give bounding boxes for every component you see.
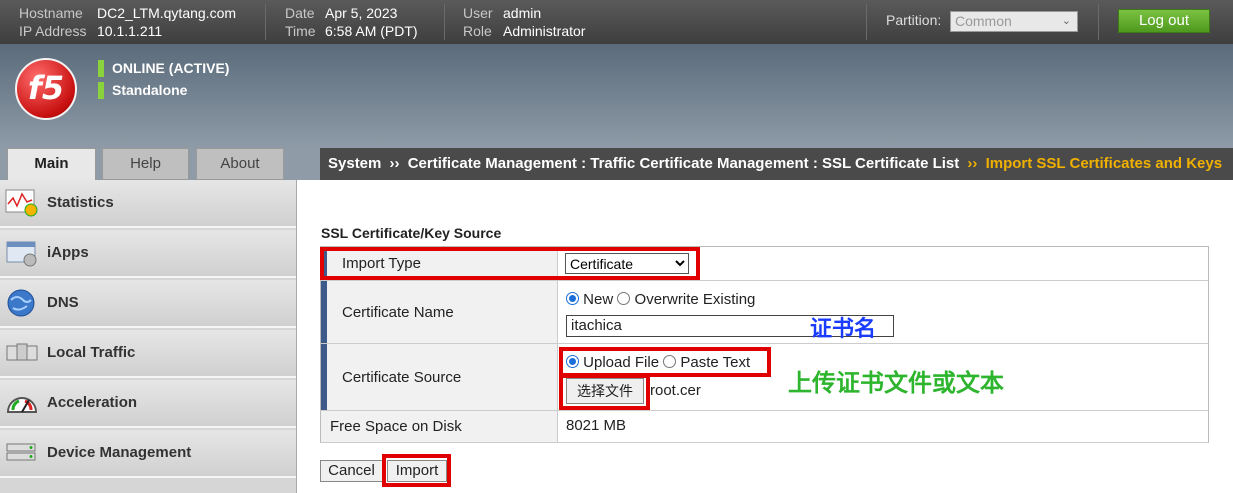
- sidebar-item-local-traffic[interactable]: Local Traffic: [0, 330, 296, 378]
- role-value: Administrator: [503, 23, 586, 39]
- sidebar-item-label: Local Traffic: [47, 344, 136, 361]
- role-label: Role: [463, 23, 492, 39]
- local-traffic-icon: [5, 338, 39, 368]
- cancel-button[interactable]: Cancel: [320, 460, 383, 482]
- divider: [444, 4, 445, 40]
- date-info: Date Apr 5, 2023 Time 6:58 AM (PDT): [285, 4, 418, 40]
- sidebar-item-statistics[interactable]: Statistics: [0, 180, 296, 228]
- overwrite-existing-label: Overwrite Existing: [634, 291, 756, 308]
- tab-about[interactable]: About: [196, 148, 284, 180]
- iapps-icon: [5, 238, 39, 268]
- date-label: Date: [285, 5, 315, 21]
- header-banner: f5 ONLINE (ACTIVE) Standalone: [0, 44, 1233, 150]
- sidebar: Statistics iApps DNS Local Traffic Accel…: [0, 180, 297, 493]
- free-space-cell: [559, 411, 1208, 442]
- form-row-free-space: Free Space on Disk: [320, 411, 1209, 443]
- sidebar-item-label: iApps: [47, 244, 89, 261]
- new-radio[interactable]: [566, 292, 579, 305]
- free-space-label: Free Space on Disk: [321, 411, 558, 442]
- new-radio-label: New: [583, 291, 614, 308]
- breadcrumb: System ›› Certificate Management : Traff…: [320, 148, 1233, 180]
- user-info: User admin Role Administrator: [463, 4, 585, 40]
- breadcrumb-current: Import SSL Certificates and Keys: [985, 155, 1223, 172]
- host-info: Hostname DC2_LTM.qytang.com IP Address 10.…: [19, 4, 236, 40]
- section-title: SSL Certificate/Key Source: [321, 225, 502, 241]
- top-bar: Hostname DC2_LTM.qytang.com IP Address 10.…: [0, 0, 1233, 44]
- statistics-icon: [5, 188, 39, 218]
- hostname-value: DC2_LTM.qytang.com: [97, 5, 237, 21]
- sidebar-item-label: DNS: [47, 294, 79, 311]
- divider: [265, 4, 266, 40]
- f5-logo: f5: [15, 58, 77, 120]
- ip-value: 10.1.1.211: [97, 23, 163, 39]
- acceleration-gauge-icon: [5, 388, 39, 418]
- sidebar-item-iapps[interactable]: iApps: [0, 230, 296, 278]
- user-label: User: [463, 5, 493, 21]
- sidebar-item-dns[interactable]: DNS: [0, 280, 296, 328]
- partition-select[interactable]: Common ⌄: [950, 11, 1078, 32]
- ip-label: IP Address: [19, 23, 87, 39]
- overwrite-existing-radio[interactable]: [617, 292, 631, 305]
- highlight-source-options: [559, 347, 771, 377]
- divider: [1098, 4, 1099, 40]
- annotation-certificate-name: 证书名: [810, 317, 877, 342]
- cert-name-options: New Overwrite Existing: [566, 291, 755, 308]
- annotation-certificate-source: 上传证书文件或文本: [788, 369, 1004, 397]
- device-management-icon: [5, 438, 39, 468]
- breadcrumb-separator: ››: [389, 155, 400, 172]
- highlight-import-button: [382, 454, 451, 487]
- time-label: Time: [285, 23, 316, 39]
- divider: [866, 4, 867, 40]
- highlight-choose-file: [559, 374, 650, 410]
- time-value: 6:58 AM (PDT): [325, 23, 418, 39]
- chevron-down-icon: ⌄: [1061, 15, 1071, 27]
- status-mode: Standalone: [98, 82, 187, 99]
- certificate-source-label: Certificate Source: [321, 344, 558, 410]
- sidebar-item-label: Acceleration: [47, 394, 138, 411]
- status-online: ONLINE (ACTIVE): [98, 60, 229, 77]
- sidebar-item-label: Statistics: [47, 194, 114, 211]
- hostname-label: Hostname: [19, 5, 83, 21]
- free-space-value: 8021 MB: [566, 417, 627, 434]
- breadcrumb-item-cert-list[interactable]: Certificate Management : Traffic Certifi…: [408, 155, 960, 172]
- logout-button[interactable]: Log out: [1118, 9, 1210, 33]
- breadcrumb-item-system[interactable]: System: [328, 155, 381, 172]
- sidebar-item-acceleration[interactable]: Acceleration: [0, 380, 296, 428]
- selected-file-name: root.cer: [650, 382, 701, 399]
- partition-value: Common: [955, 13, 1012, 29]
- sidebar-item-label: Device Management: [47, 444, 192, 461]
- tab-help[interactable]: Help: [102, 148, 189, 180]
- partition-label: Partition:: [886, 12, 942, 28]
- highlight-import-type: [320, 247, 700, 280]
- tab-main[interactable]: Main: [7, 148, 96, 180]
- sidebar-item-device-management[interactable]: Device Management: [0, 430, 296, 478]
- certificate-name-label: Certificate Name: [321, 281, 558, 343]
- breadcrumb-separator: ››: [967, 155, 978, 172]
- dns-globe-icon: [5, 288, 39, 318]
- date-value: Apr 5, 2023: [325, 5, 398, 21]
- user-value: admin: [503, 5, 542, 21]
